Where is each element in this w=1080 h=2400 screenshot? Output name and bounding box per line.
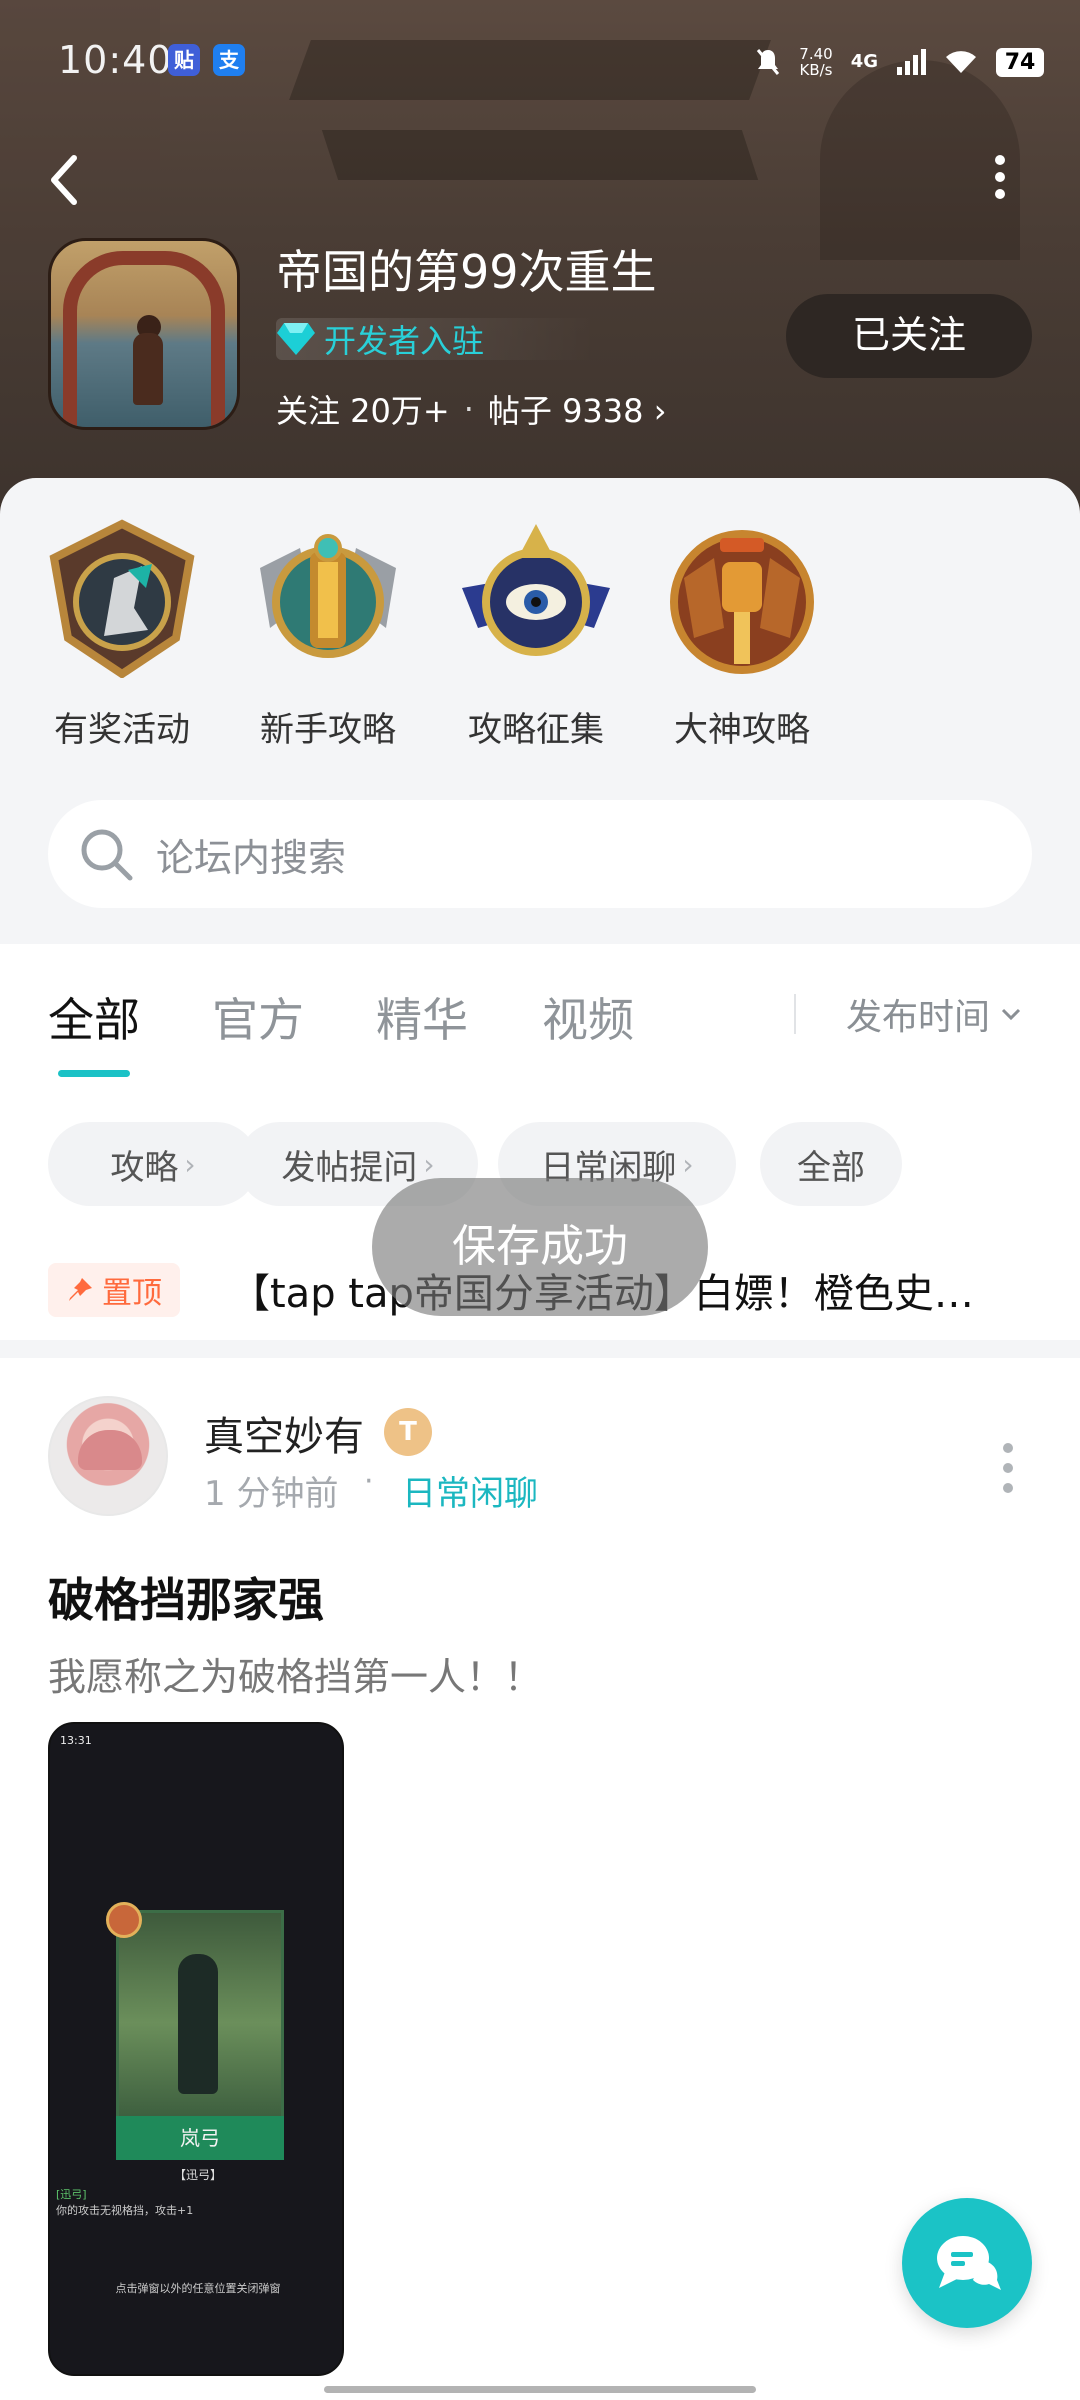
signal-icon: [897, 49, 926, 75]
developer-badge[interactable]: 开发者入驻: [276, 318, 596, 360]
quick-link-beginner-guide[interactable]: 新手攻略: [238, 518, 418, 751]
battery-indicator: 74: [996, 47, 1044, 77]
pinned-badge: 置顶: [48, 1263, 180, 1317]
tab-official[interactable]: 官方: [212, 984, 304, 1050]
tab-divider: [794, 994, 796, 1034]
section-divider: [0, 1340, 1080, 1358]
post-author[interactable]: 真空妙有: [204, 1404, 364, 1462]
avatar[interactable]: [48, 1396, 168, 1516]
game-icon[interactable]: [48, 238, 240, 430]
search-placeholder: 论坛内搜索: [156, 835, 347, 880]
chat-bubble-icon: [937, 2236, 1001, 2290]
quick-link-expert-guide[interactable]: 大神攻略: [652, 518, 832, 751]
home-indicator[interactable]: [324, 2386, 756, 2393]
back-arrow-icon[interactable]: [44, 150, 84, 210]
search-icon: [81, 829, 133, 881]
post-title: 破格挡那家强: [48, 1573, 324, 1627]
quick-links: 有奖活动 新手攻略 攻略征集 大神攻略: [0, 518, 1080, 758]
game-title: 帝国的第99次重生: [276, 245, 657, 299]
active-tab-indicator: [58, 1070, 130, 1077]
feed: 全部 官方 精华 视频 发布时间 攻略 › 发帖提问 › 日常闲聊 › 全部 置顶: [0, 944, 1080, 2400]
meta-separator: ·: [364, 1464, 374, 1499]
beginner-guide-emblem-icon: [260, 534, 396, 658]
alipay-notification-icon: 支: [213, 44, 245, 76]
posts-count[interactable]: 帖子 9338 ›: [488, 386, 667, 432]
tab-all[interactable]: 全部: [48, 984, 140, 1050]
author-level-badge: T: [384, 1408, 432, 1456]
tab-featured[interactable]: 精华: [376, 984, 468, 1050]
chevron-down-icon: [1001, 1008, 1021, 1021]
network-type: 4G: [850, 51, 878, 72]
post-excerpt: 我愿称之为破格挡第一人！！: [48, 1655, 543, 1699]
diamond-icon: [277, 323, 315, 355]
reward-shield-icon: [49, 519, 195, 679]
more-vertical-icon[interactable]: [988, 152, 1012, 202]
sort-dropdown[interactable]: 发布时间: [846, 988, 1022, 1040]
forum-search-bar[interactable]: 论坛内搜索: [48, 800, 1032, 908]
card-description: [迅弓] 你的攻击无视格挡，攻击+1: [56, 2188, 194, 2217]
developer-badge-label: 开发者入驻: [324, 322, 485, 360]
pin-icon: [69, 1278, 92, 1301]
card-emblem-icon: [106, 1902, 142, 1938]
tieba-notification-icon: 贴: [168, 44, 200, 76]
network-speed: 7.40 KB/s: [799, 45, 833, 79]
card-section-title: 【迅弓】: [173, 2168, 222, 2182]
post-category-link[interactable]: 日常闲聊: [402, 1466, 538, 1515]
mute-icon: [757, 49, 780, 75]
post-image-screenshot[interactable]: 13:31 岚弓 【迅弓】 [迅弓] 你的攻击无视格挡，攻击+1 点击弹窗以外的…: [48, 1722, 344, 2376]
status-bar: 10:40 贴 支 7.40 KB/s 4G 74: [0, 0, 1080, 120]
quick-link-guide-collection[interactable]: 攻略征集: [446, 518, 626, 751]
sort-label: 发布时间: [846, 997, 991, 1038]
chip-guides[interactable]: 攻略 ›: [48, 1122, 258, 1206]
post-more-icon[interactable]: [1000, 1438, 1016, 1498]
wifi-icon: [946, 51, 976, 73]
save-success-toast: 保存成功: [372, 1178, 708, 1316]
post-time: 1 分钟前: [204, 1474, 339, 1514]
status-time: 10:40: [58, 38, 173, 82]
followers-count: 关注 20万+: [276, 392, 450, 430]
new-post-fab[interactable]: [902, 2198, 1032, 2328]
popup-close-hint: 点击弹窗以外的任意位置关闭弹窗: [115, 2282, 281, 2295]
tab-video[interactable]: 视频: [542, 984, 634, 1050]
guide-collection-emblem-icon: [462, 524, 610, 656]
forum-stats: 关注 20万+ · 帖子 9338 ›: [276, 386, 666, 432]
follow-button[interactable]: 已关注: [786, 294, 1032, 378]
chip-all[interactable]: 全部: [760, 1122, 902, 1206]
quick-link-rewards[interactable]: 有奖活动: [32, 518, 212, 751]
card-name: 岚弓: [116, 2116, 284, 2160]
archer-figure: [178, 1954, 218, 2094]
expert-guide-emblem-icon: [670, 530, 814, 674]
